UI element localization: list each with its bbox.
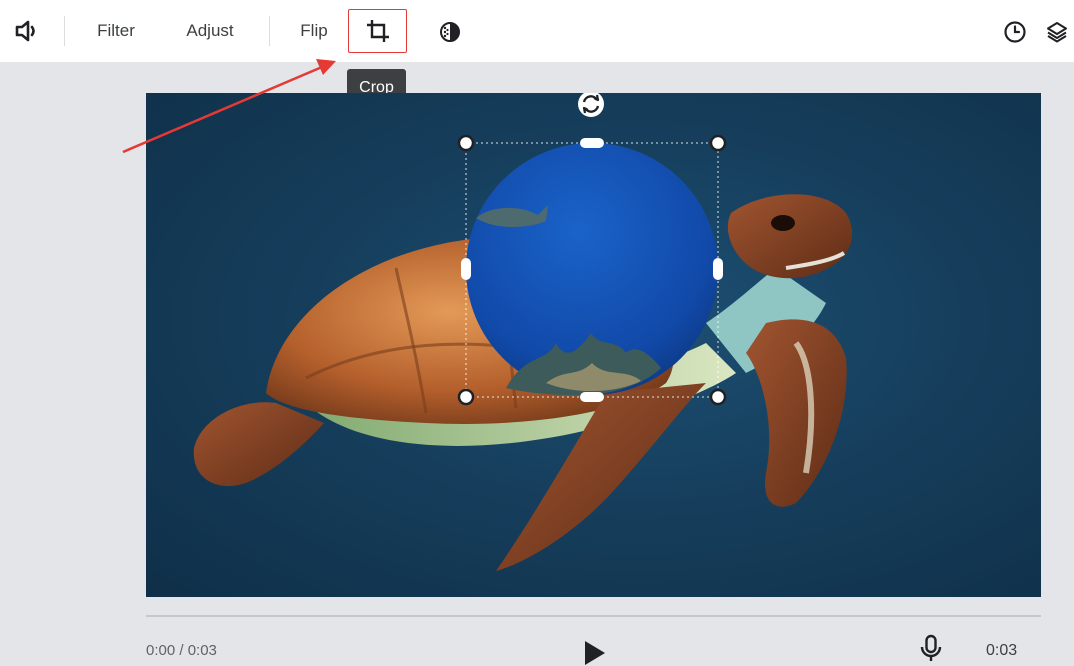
adjust-button[interactable]: Adjust [181,18,239,44]
play-icon [585,641,605,665]
volume-button[interactable] [12,17,42,45]
mask-button[interactable] [437,19,463,45]
toolbar-divider [64,16,65,46]
play-button[interactable] [583,640,607,666]
flip-button[interactable]: Flip [297,18,331,44]
crop-icon [366,20,389,42]
timeline-track[interactable] [146,615,1041,617]
layers-icon [1047,22,1067,43]
video-canvas[interactable] [146,93,1041,597]
duration-label: 0:03 [986,642,1018,659]
toolbar-divider [269,16,270,46]
history-button[interactable] [1001,18,1029,46]
clock-icon [1004,21,1026,43]
microphone-icon [920,634,942,661]
layers-button[interactable] [1043,18,1071,46]
rotate-icon [578,93,604,117]
turtle-image [193,134,853,571]
filter-button[interactable]: Filter [93,18,139,44]
rotate-handle[interactable] [576,93,606,119]
editor-toolbar: Filter Adjust Flip [0,0,1074,62]
volume-icon [15,20,35,42]
crop-button[interactable] [348,9,407,53]
microphone-button[interactable] [920,634,942,666]
time-elapsed: 0:00 / 0:03 [146,642,217,659]
mask-icon [440,22,460,42]
